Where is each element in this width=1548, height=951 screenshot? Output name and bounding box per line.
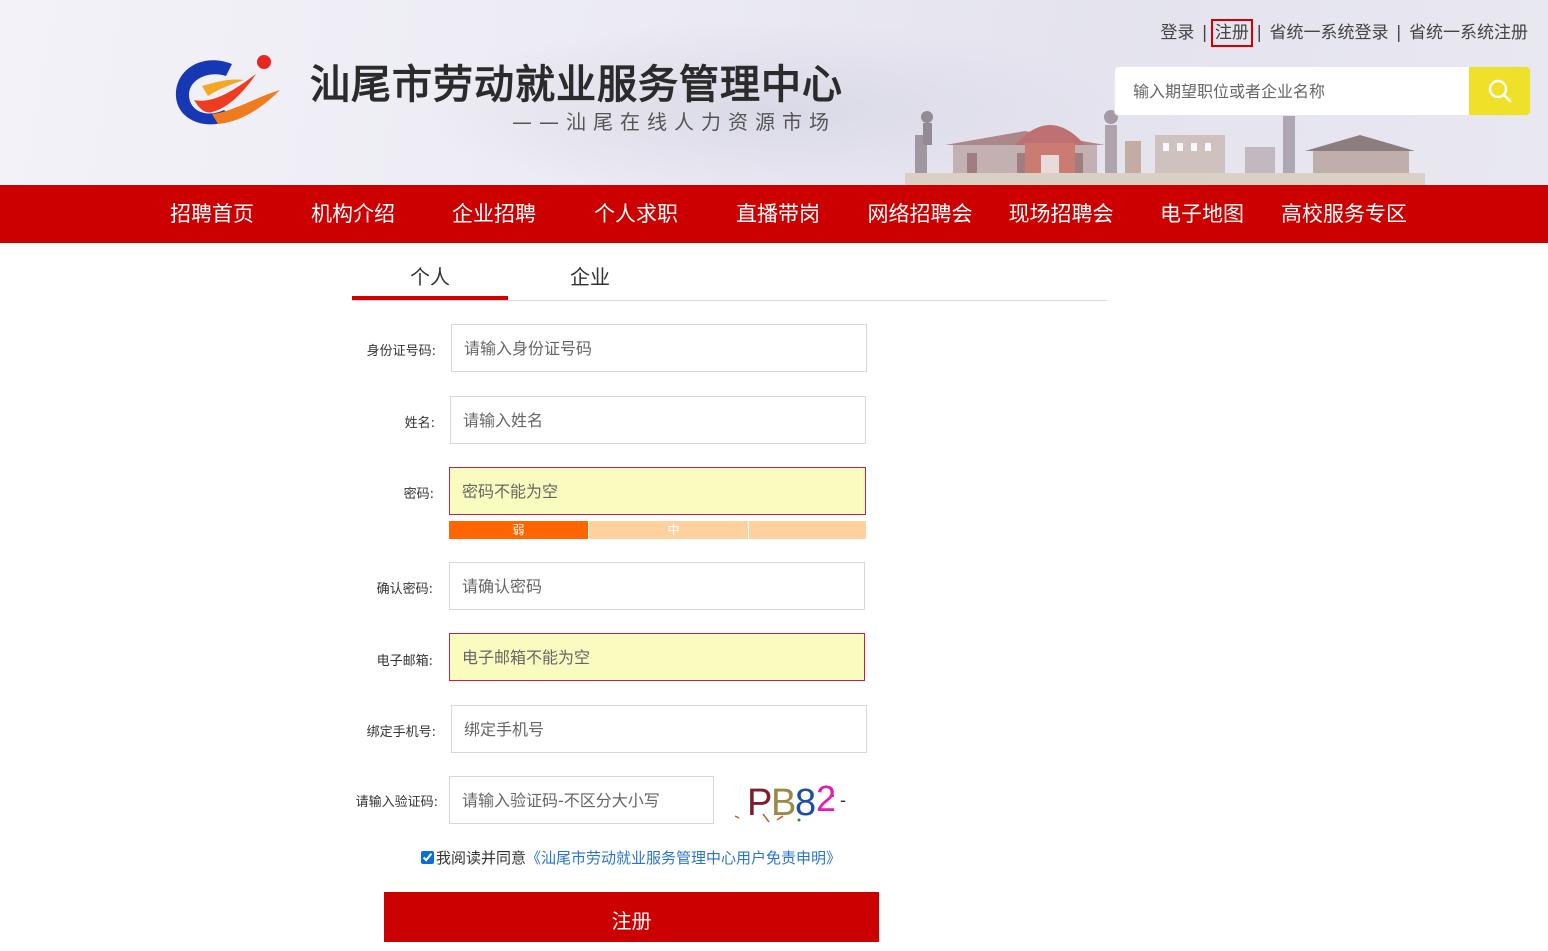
- site-subtitle: ——汕尾在线人力资源市场: [512, 110, 836, 134]
- tab-personal[interactable]: 个人: [352, 253, 508, 300]
- name-input[interactable]: [450, 396, 866, 444]
- phone-input[interactable]: [451, 705, 867, 753]
- agreement-checkbox[interactable]: [421, 851, 434, 864]
- nav-item-onsite-fair[interactable]: 现场招聘会: [1001, 185, 1121, 243]
- confirm-password-input[interactable]: [449, 562, 865, 610]
- nav-item-about[interactable]: 机构介绍: [297, 185, 409, 243]
- captcha-image[interactable]: P B 8 2 -: [733, 776, 853, 824]
- strength-medium: 中: [599, 521, 749, 539]
- register-link[interactable]: 注册: [1210, 19, 1253, 47]
- province-register-link[interactable]: 省统一系统注册: [1409, 23, 1528, 43]
- nav-item-job-seeking[interactable]: 个人求职: [580, 185, 692, 243]
- id-number-label: 身份证号码:: [366, 344, 436, 359]
- tab-enterprise[interactable]: 企业: [512, 253, 668, 300]
- agreement: 我阅读并同意 《汕尾市劳动就业服务管理中心用户免责申明》: [421, 847, 841, 868]
- disclaimer-link[interactable]: 《汕尾市劳动就业服务管理中心用户免责申明》: [526, 847, 841, 868]
- password-label: 密码:: [403, 487, 434, 502]
- divider: |: [1201, 23, 1208, 43]
- province-login-link[interactable]: 省统一系统登录: [1269, 23, 1388, 43]
- svg-text:8: 8: [795, 782, 816, 824]
- agreement-text: 我阅读并同意: [436, 849, 527, 867]
- nav-item-online-fair[interactable]: 网络招聘会: [860, 185, 980, 243]
- nav-item-home[interactable]: 招聘首页: [156, 185, 268, 243]
- account-type-tabs: 个人 企业: [352, 253, 1107, 301]
- top-links: 登录 | 注册 | 省统一系统登录 | 省统一系统注册: [1160, 18, 1528, 47]
- nav-item-map[interactable]: 电子地图: [1146, 185, 1258, 243]
- password-input[interactable]: [449, 467, 866, 515]
- email-label: 电子邮箱:: [376, 654, 433, 669]
- captcha-input[interactable]: [449, 776, 714, 824]
- job-search-input[interactable]: [1115, 67, 1467, 115]
- id-number-input[interactable]: [451, 324, 867, 372]
- captcha-label: 请输入验证码:: [355, 795, 438, 810]
- nav-item-university[interactable]: 高校服务专区: [1276, 185, 1412, 243]
- strength-divider: [588, 521, 599, 539]
- svg-text:-: -: [840, 790, 846, 810]
- divider: |: [1395, 23, 1402, 43]
- nav-item-livestream[interactable]: 直播带岗: [722, 185, 834, 243]
- register-submit-button[interactable]: 注册: [384, 892, 879, 942]
- strength-weak: 弱: [449, 521, 588, 539]
- main-nav: 招聘首页 机构介绍 企业招聘 个人求职 直播带岗 网络招聘会 现场招聘会 电子地…: [0, 185, 1548, 243]
- email-input[interactable]: [449, 633, 865, 681]
- search-icon: [1488, 79, 1511, 103]
- password-strength-meter: 弱 中: [449, 521, 866, 539]
- confirm-password-label: 确认密码:: [376, 582, 433, 597]
- name-label: 姓名:: [404, 416, 435, 431]
- svg-text:P: P: [747, 782, 772, 824]
- divider: |: [1256, 23, 1263, 43]
- svg-text:B: B: [771, 782, 796, 824]
- svg-text:2: 2: [816, 778, 836, 819]
- site-logo[interactable]: [172, 52, 287, 134]
- site-title: 汕尾市劳动就业服务管理中心: [310, 61, 843, 108]
- job-search: [1115, 67, 1530, 115]
- phone-label: 绑定手机号:: [366, 725, 436, 740]
- site-header: 汕尾市劳动就业服务管理中心 ——汕尾在线人力资源市场 登录 | 注册 | 省统一…: [0, 0, 1548, 185]
- login-link[interactable]: 登录: [1160, 23, 1194, 43]
- nav-item-company-recruit[interactable]: 企业招聘: [438, 185, 550, 243]
- search-button[interactable]: [1469, 67, 1530, 115]
- strength-strong: [749, 521, 866, 539]
